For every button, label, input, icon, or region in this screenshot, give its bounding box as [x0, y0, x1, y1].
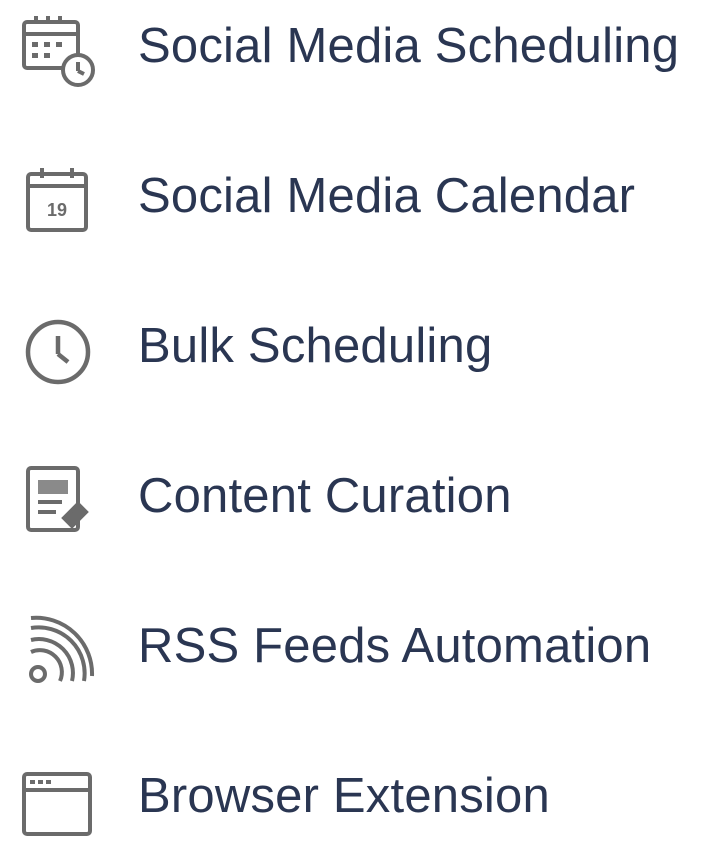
browser-window-icon	[18, 760, 98, 840]
menu-item-content-curation[interactable]: Content Curation	[0, 450, 715, 550]
menu-item-rss-feeds-automation[interactable]: RSS Feeds Automation	[0, 600, 715, 700]
feature-menu: Social Media Scheduling 19 Social Media …	[0, 0, 715, 836]
menu-item-label: Bulk Scheduling	[138, 319, 493, 373]
calendar-clock-icon	[18, 10, 98, 90]
menu-item-label: Social Media Scheduling	[138, 19, 680, 73]
menu-item-bulk-scheduling[interactable]: Bulk Scheduling	[0, 300, 715, 400]
menu-item-label: Social Media Calendar	[138, 169, 636, 223]
menu-item-social-media-calendar[interactable]: 19 Social Media Calendar	[0, 150, 715, 250]
calendar-icon: 19	[18, 160, 98, 240]
rss-icon	[18, 610, 98, 690]
menu-item-label: RSS Feeds Automation	[138, 619, 652, 673]
clock-icon	[18, 310, 98, 390]
menu-item-label: Content Curation	[138, 469, 512, 523]
menu-item-social-media-scheduling[interactable]: Social Media Scheduling	[0, 0, 715, 100]
calendar-day-number: 19	[47, 200, 67, 220]
menu-item-browser-extension[interactable]: Browser Extension	[0, 750, 715, 850]
document-edit-icon	[18, 460, 98, 540]
menu-item-label: Browser Extension	[138, 769, 550, 823]
